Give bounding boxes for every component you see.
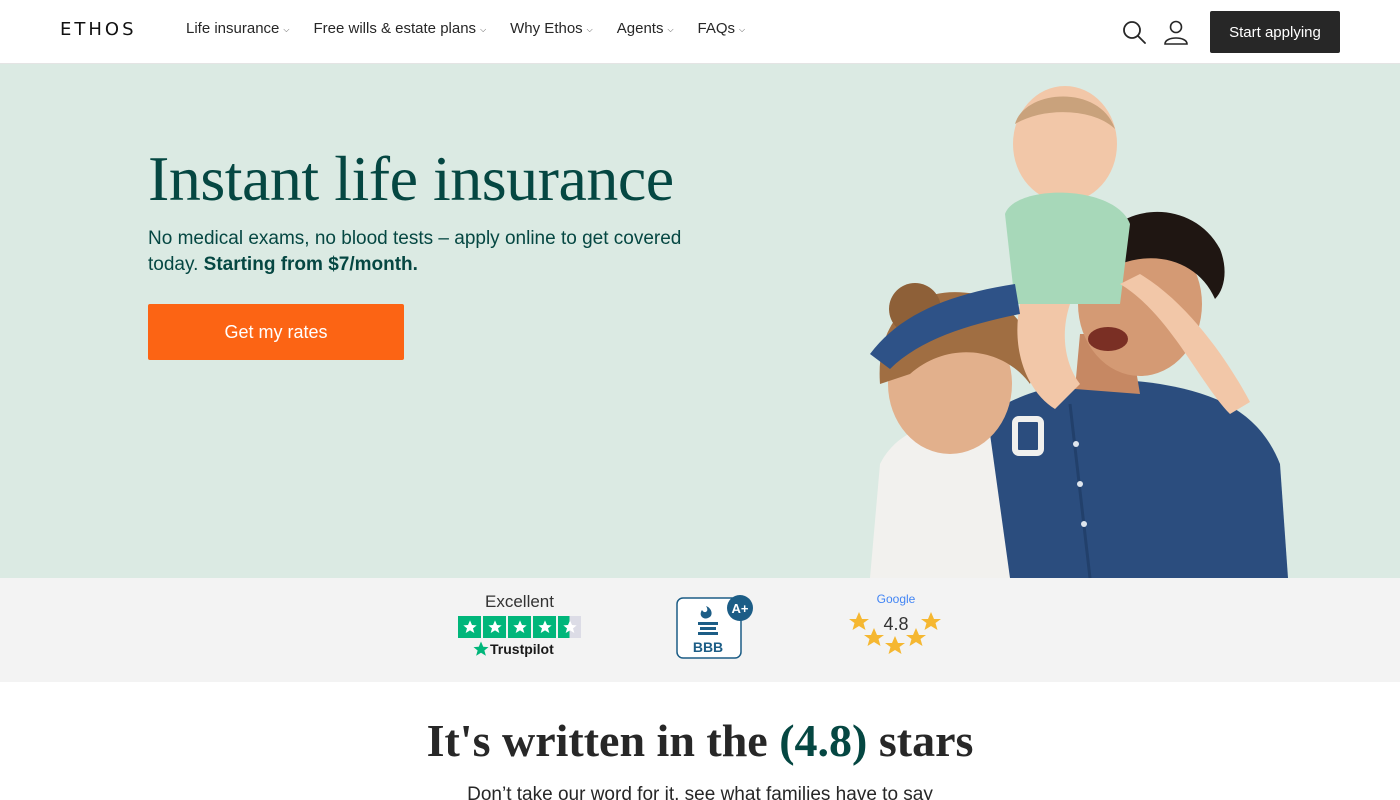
ratings-strip: Excellent Trustpilot BBB A+ Google 4.8 bbox=[0, 578, 1400, 682]
search-icon[interactable] bbox=[1121, 19, 1147, 45]
testimonials-subtitle: Don’t take our word for it, see what fam… bbox=[467, 784, 933, 800]
star-icon bbox=[483, 616, 506, 638]
main-nav: Life insurance ⌵ Free wills & estate pla… bbox=[186, 20, 769, 37]
google-rating-badge[interactable]: Google 4.8 bbox=[846, 592, 946, 662]
site-header: ETHOS Life insurance ⌵ Free wills & esta… bbox=[0, 0, 1400, 64]
nav-item-label: FAQs bbox=[697, 20, 736, 37]
testimonials-title-score: (4.8) bbox=[779, 715, 868, 766]
half-star-icon bbox=[558, 616, 581, 638]
star-icon bbox=[921, 612, 941, 630]
chevron-down-icon: ⌵ bbox=[480, 25, 487, 34]
get-my-rates-button[interactable]: Get my rates bbox=[148, 304, 404, 360]
nav-item-agents[interactable]: Agents ⌵ bbox=[617, 20, 674, 37]
chevron-down-icon: ⌵ bbox=[283, 25, 290, 34]
nav-item-why-ethos[interactable]: Why Ethos ⌵ bbox=[510, 20, 593, 37]
nav-item-label: Agents bbox=[616, 20, 664, 37]
ethos-logo[interactable]: ETHOS bbox=[60, 19, 137, 40]
hero-section: Instant life insurance No medical exams,… bbox=[0, 64, 1400, 578]
chevron-down-icon: ⌵ bbox=[586, 25, 593, 34]
nav-item-label: Free wills & estate plans bbox=[313, 20, 477, 37]
hero-price-text: Starting from $7/month. bbox=[203, 254, 418, 275]
bbb-grade: A+ bbox=[732, 601, 749, 616]
chevron-down-icon: ⌵ bbox=[739, 25, 746, 34]
trustpilot-stars bbox=[458, 616, 581, 638]
bbb-badge[interactable]: BBB A+ bbox=[676, 594, 756, 662]
star-icon bbox=[906, 628, 926, 646]
star-icon bbox=[864, 628, 884, 646]
nav-item-life-insurance[interactable]: Life insurance ⌵ bbox=[186, 20, 289, 37]
nav-item-free-wills[interactable]: Free wills & estate plans ⌵ bbox=[313, 20, 486, 37]
nav-item-label: Why Ethos bbox=[510, 20, 583, 37]
star-icon bbox=[508, 616, 531, 638]
trustpilot-star-icon bbox=[473, 641, 489, 656]
family-photo bbox=[870, 86, 1288, 578]
testimonials-title-end: stars bbox=[878, 715, 974, 766]
trustpilot-rating-word: Excellent bbox=[485, 592, 554, 611]
start-applying-button[interactable]: Start applying bbox=[1210, 11, 1340, 53]
google-stars bbox=[849, 612, 941, 654]
chevron-down-icon: ⌵ bbox=[667, 25, 674, 34]
star-icon bbox=[885, 636, 905, 654]
nav-item-label: Life insurance bbox=[186, 20, 280, 37]
trustpilot-badge[interactable]: Excellent Trustpilot bbox=[457, 592, 582, 662]
hero-subtitle: No medical exams, no blood tests – apply… bbox=[148, 226, 708, 278]
star-icon bbox=[458, 616, 481, 638]
hero-title: Instant life insurance bbox=[148, 143, 674, 214]
trustpilot-brand: Trustpilot bbox=[490, 641, 554, 657]
nav-item-faqs[interactable]: FAQs ⌵ bbox=[698, 20, 746, 37]
trustpilot-logo: Trustpilot bbox=[472, 640, 554, 658]
testimonials-title: It's written in the (4.8) stars bbox=[0, 714, 1400, 767]
star-icon bbox=[533, 616, 556, 638]
star-icon bbox=[849, 612, 869, 630]
testimonials-title-start: It's written in the bbox=[426, 715, 768, 766]
bbb-brand: BBB bbox=[693, 639, 723, 655]
user-icon[interactable] bbox=[1163, 19, 1189, 45]
